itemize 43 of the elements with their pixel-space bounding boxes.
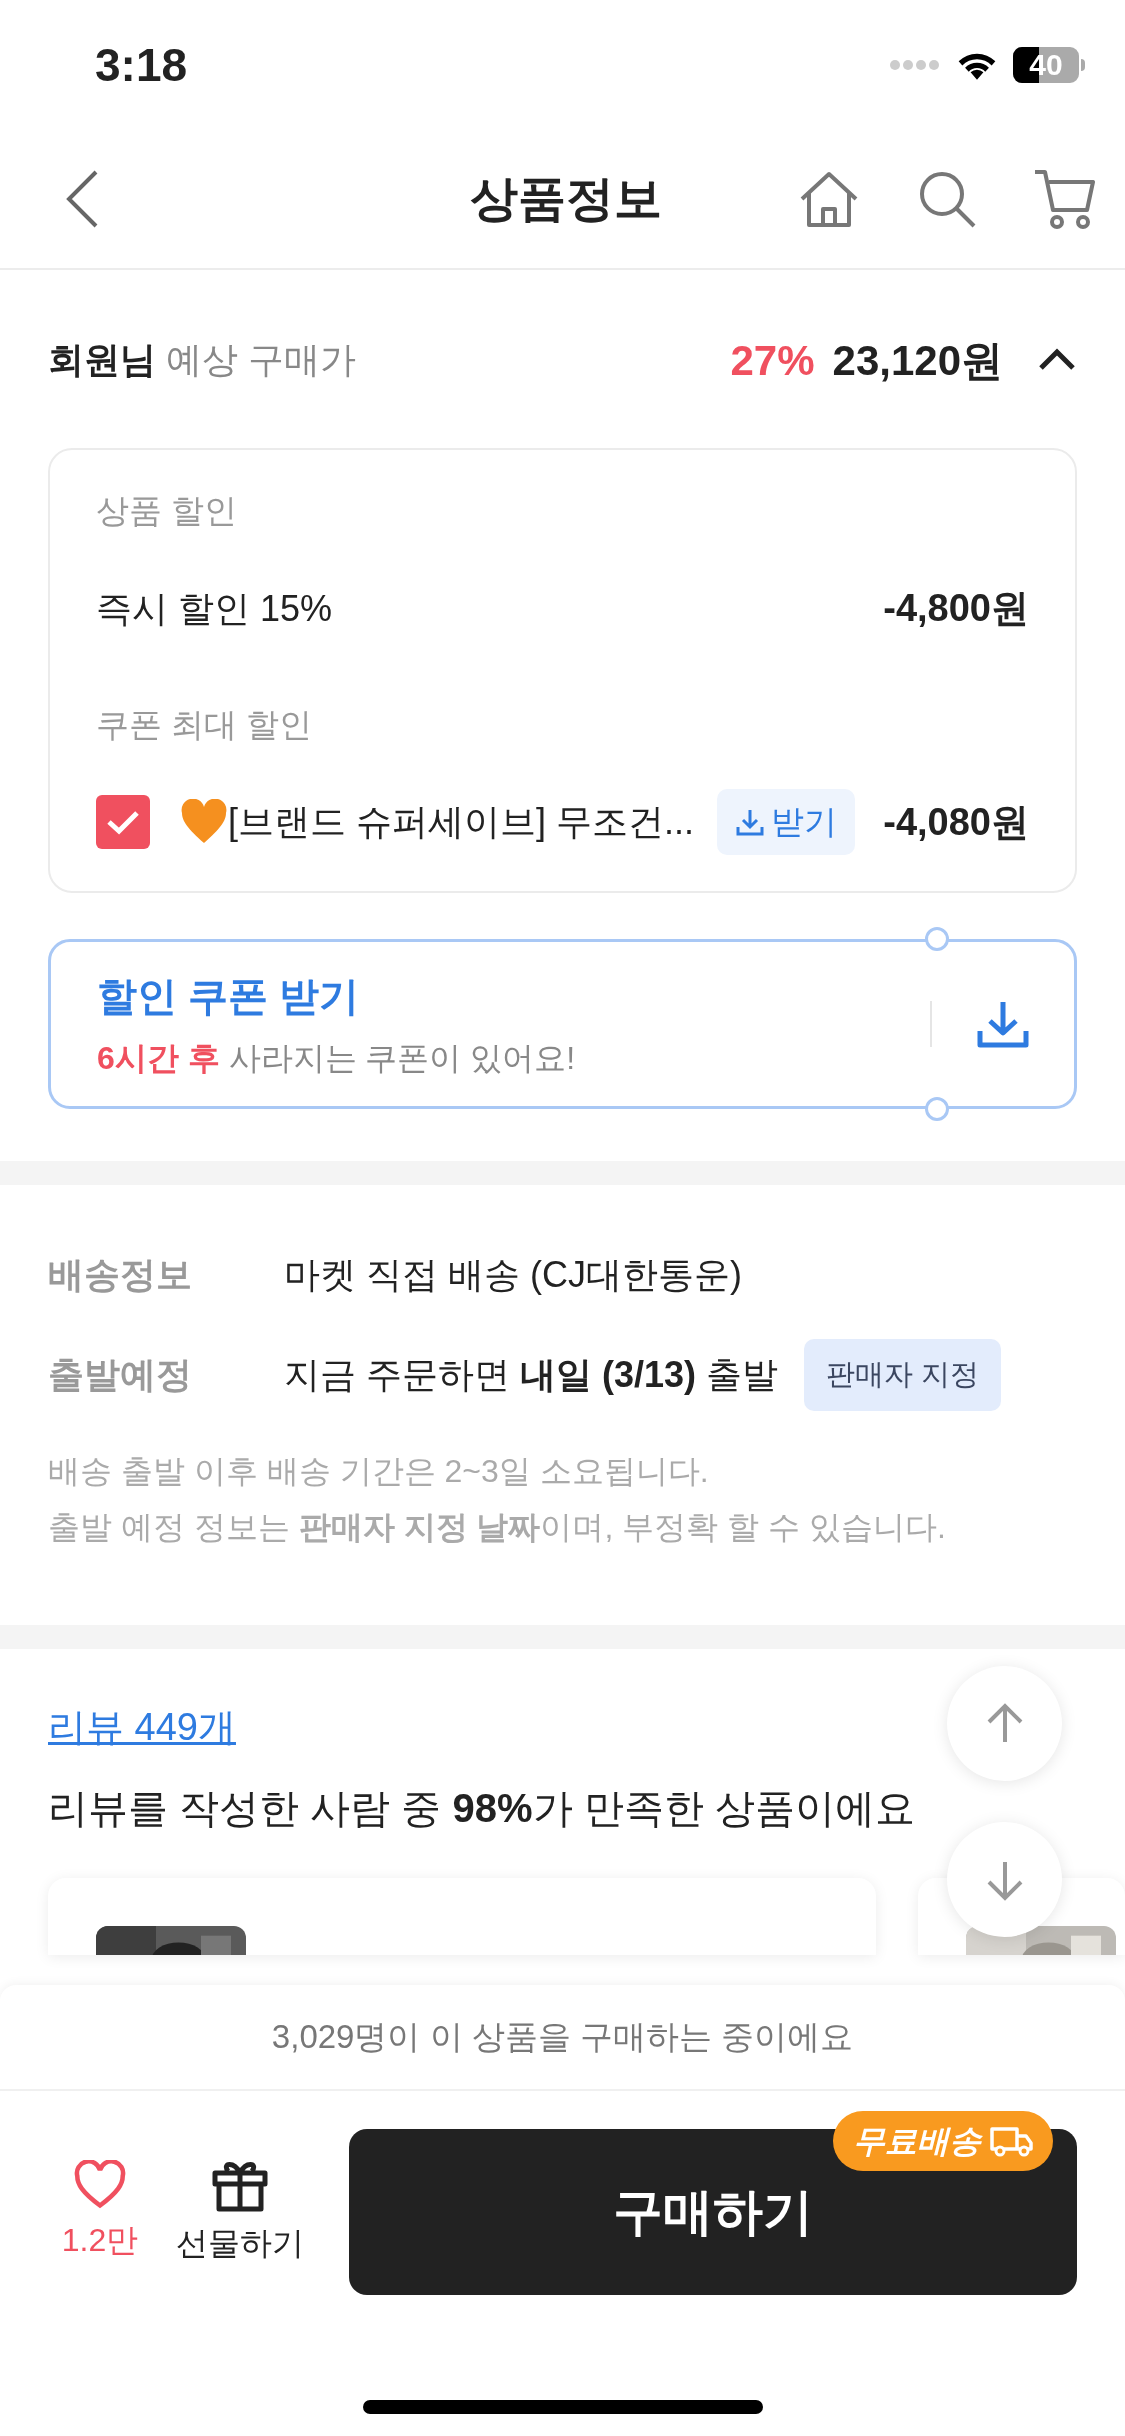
ticket-notch — [925, 927, 949, 951]
review-card[interactable] — [48, 1878, 876, 1955]
price-label: 회원님 예상 구매가 — [48, 338, 357, 382]
section-title: 상품 할인 — [96, 491, 239, 531]
back-icon[interactable] — [64, 169, 100, 229]
heart-icon — [72, 2160, 128, 2210]
expected-price: 23,120원 — [832, 335, 1003, 386]
seller-badge: 판매자 지정 — [804, 1339, 1002, 1411]
shipping-value: 마켓 직접 배송 (CJ대한통운) — [284, 1253, 742, 1297]
discount-amount: -4,080원 — [883, 799, 1029, 845]
coupon-banner-note: 6시간 후 사라지는 쿠폰이 있어요! — [97, 1039, 576, 1078]
shipping-label: 배송정보 — [48, 1253, 193, 1297]
status-time: 3:18 — [95, 37, 188, 93]
truck-icon — [989, 2125, 1033, 2157]
shipping-label: 출발예정 — [48, 1353, 193, 1397]
coupon-checkbox[interactable] — [96, 795, 150, 849]
gift-button[interactable]: 선물하기 — [176, 2157, 304, 2267]
signal-icon — [889, 58, 941, 72]
discount-label: 즉시 할인 15% — [96, 586, 333, 631]
ticket-notch — [925, 1097, 949, 1121]
coupon-banner[interactable]: 할인 쿠폰 받기 6시간 후 사라지는 쿠폰이 있어요! — [48, 939, 1077, 1109]
like-button[interactable]: 1.2만 — [40, 2160, 160, 2264]
review-summary: 리뷰를 작성한 사람 중 98%가 만족한 상품이에요 — [48, 1785, 916, 1832]
discount-amount: -4,800원 — [883, 586, 1029, 631]
download-icon — [735, 807, 766, 837]
shipping-note: 출발 예정 정보는 판매자 지정 날짜이며, 부정확 할 수 있습니다. — [48, 1508, 947, 1547]
page-title: 상품정보 — [470, 171, 662, 227]
search-icon[interactable] — [917, 169, 977, 229]
coupon-download-button[interactable]: 받기 — [717, 789, 856, 855]
review-count-link[interactable]: 리뷰 449개 — [48, 1699, 236, 1756]
discount-rate: 27% — [730, 335, 815, 386]
download-icon — [976, 999, 1030, 1049]
shipping-value: 지금 주문하면 내일 (3/13) 출발 — [284, 1353, 779, 1397]
shipping-note: 배송 출발 이후 배송 기간은 2~3일 소요됩니다. — [48, 1452, 710, 1491]
free-shipping-badge: 무료배송 — [833, 2111, 1053, 2171]
discount-label: [브랜드 슈퍼세이브] 무조건... — [228, 800, 694, 844]
buying-now-notice: 3,029명이 이 상품을 구매하는 중이에요 — [271, 2017, 854, 2058]
check-icon — [106, 809, 140, 835]
section-title: 쿠폰 최대 할인 — [96, 704, 314, 745]
coupon-banner-title: 할인 쿠폰 받기 — [97, 973, 361, 1020]
cart-icon[interactable] — [1033, 168, 1095, 230]
heart-icon — [180, 799, 228, 845]
collapse-icon[interactable] — [1037, 348, 1077, 372]
